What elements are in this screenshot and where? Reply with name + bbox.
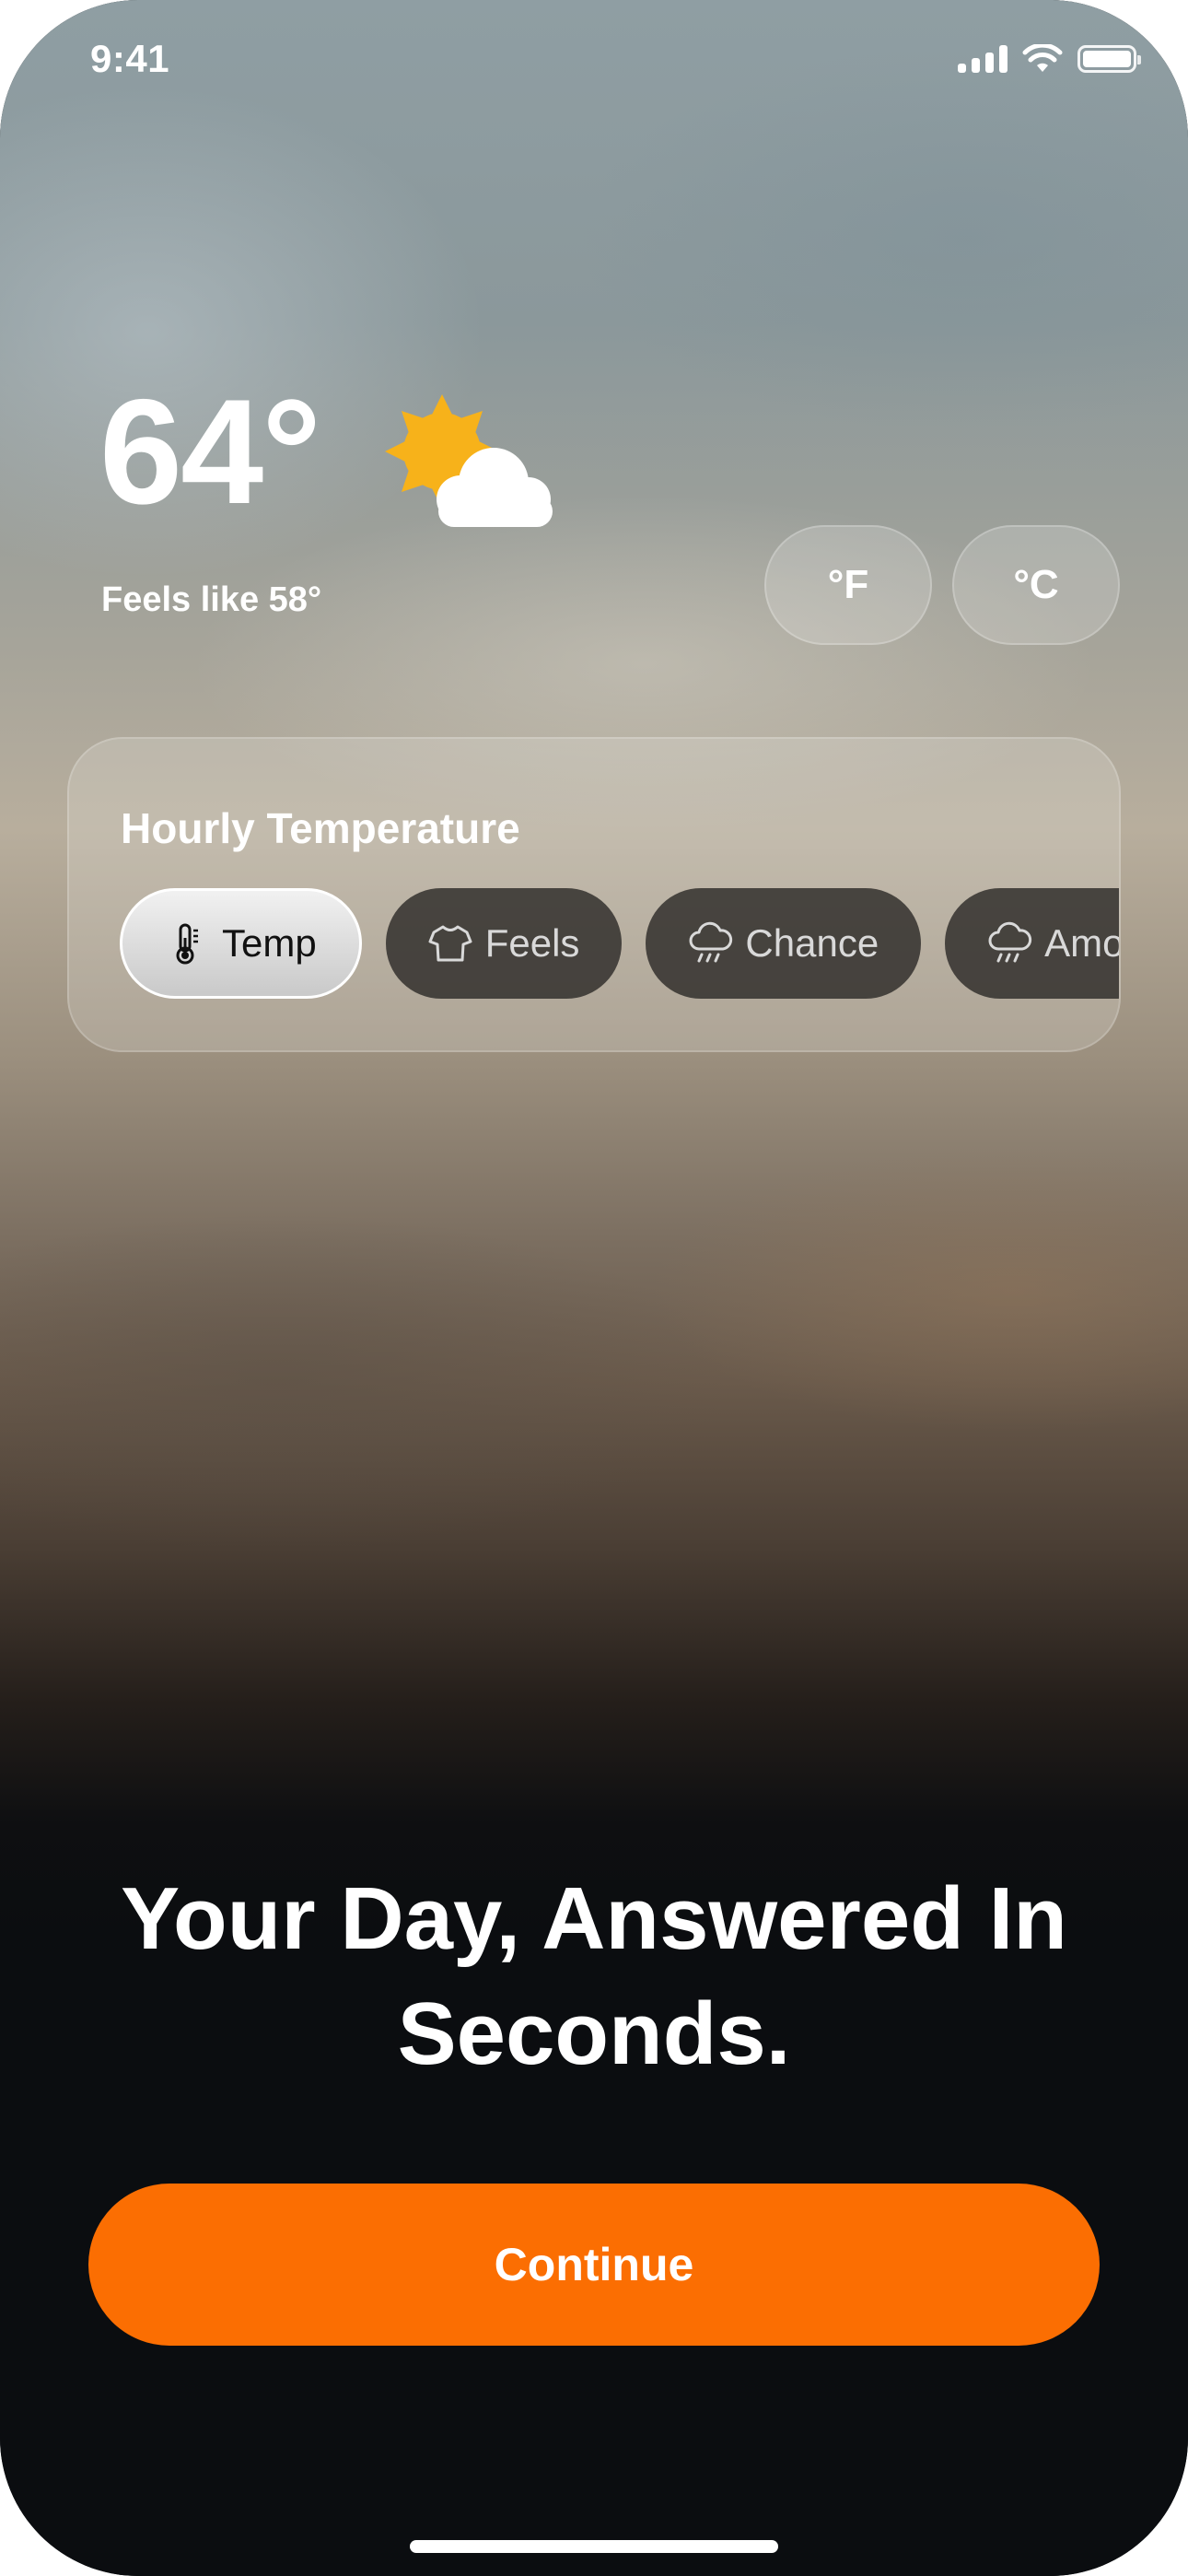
chip-feels[interactable]: Feels	[385, 888, 623, 999]
rain-cloud-icon	[689, 921, 733, 963]
partly-cloudy-icon	[385, 394, 553, 527]
home-indicator[interactable]	[410, 2540, 778, 2553]
fahrenheit-toggle[interactable]: °F	[764, 525, 932, 645]
chip-temp-label: Temp	[222, 921, 317, 965]
chip-temp[interactable]: Temp	[120, 888, 362, 999]
cellular-signal-icon	[958, 45, 1007, 73]
onboarding-headline: Your Day, Answered In Seconds.	[0, 1861, 1188, 2091]
chip-amount-label: Amount	[1044, 921, 1121, 965]
rain-cloud-icon	[988, 921, 1032, 963]
chip-chance[interactable]: Chance	[646, 888, 922, 999]
thermometer-icon	[176, 923, 198, 965]
hourly-card-title: Hourly Temperature	[121, 804, 520, 852]
status-icons	[958, 44, 1141, 74]
continue-button[interactable]: Continue	[88, 2184, 1100, 2346]
chip-chance-label: Chance	[745, 921, 879, 965]
chip-feels-label: Feels	[484, 921, 580, 965]
feels-like-text: Feels like 58°	[101, 580, 322, 619]
current-temperature: 64°	[99, 369, 321, 535]
wifi-icon	[1022, 44, 1063, 72]
phone-screen: 9:41 64° Feels like 58° °F °C Hourly Tem…	[0, 0, 1188, 2576]
headline-line-1: Your Day, Answered In	[121, 1869, 1067, 1968]
status-time: 9:41	[90, 37, 170, 80]
battery-icon	[1077, 45, 1141, 73]
headline-line-2: Seconds.	[397, 1985, 791, 2083]
metric-chip-row[interactable]: Temp Feels Chance Amo	[120, 888, 1121, 999]
tshirt-icon	[428, 925, 472, 962]
hourly-temperature-card: Hourly Temperature Temp Feels Chance Amo	[67, 737, 1121, 1052]
chip-amount[interactable]: Amount	[945, 888, 1121, 999]
celsius-toggle[interactable]: °C	[952, 525, 1120, 645]
